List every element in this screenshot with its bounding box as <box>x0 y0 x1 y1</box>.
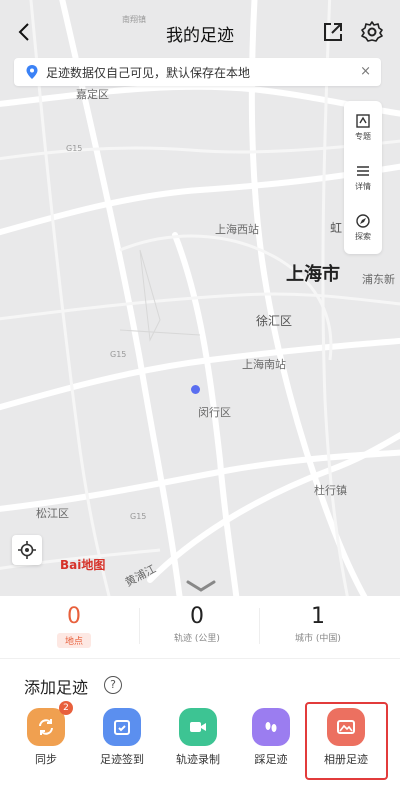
stat-track-value: 0 <box>190 604 204 629</box>
locate-icon <box>18 541 36 559</box>
stats-row: 0 地点 0 轨迹 (公里) 1 城市 (中国) <box>0 596 400 654</box>
tool-details-label: 详情 <box>355 181 371 191</box>
tool-topic-label: 专题 <box>355 131 371 141</box>
map-label-hongqiao: 虹 <box>330 221 343 235</box>
stat-cities-value: 1 <box>311 604 325 629</box>
stat-places[interactable]: 0 地点 <box>14 604 134 648</box>
action-track-record[interactable]: 轨迹录制 <box>162 708 234 767</box>
tool-details[interactable]: 详情 <box>344 153 382 201</box>
stat-track-label: 轨迹 (公里) <box>174 634 220 644</box>
stat-places-label: 地点 <box>56 633 91 648</box>
tool-explore-label: 探索 <box>355 231 371 241</box>
map-label-jiading: 嘉定区 <box>76 88 109 101</box>
help-icon[interactable]: ? <box>104 676 122 694</box>
map-view[interactable]: 南翔镇 嘉定区 G15 上海西站 虹 上海市 浦东新 徐汇区 G15 上海南站 … <box>0 0 400 600</box>
sync-badge: 2 <box>59 701 73 715</box>
map-label-g15-a: G15 <box>66 144 83 153</box>
map-label-minhang: 闵行区 <box>198 406 231 419</box>
settings-button[interactable] <box>360 20 384 44</box>
chevron-down-icon <box>186 580 216 592</box>
share-button[interactable] <box>321 20 345 44</box>
topic-icon <box>356 113 370 128</box>
baidu-map-logo: Bai地图 <box>60 558 106 572</box>
action-sync-label: 同步 <box>35 753 57 766</box>
map-label-pudong: 浦东新 <box>362 273 395 286</box>
map-label-shanghai-south: 上海南站 <box>242 358 286 371</box>
notice-text: 足迹数据仅自己可见，默认保存在本地 <box>46 65 251 80</box>
sync-icon: 2 <box>27 701 73 746</box>
stat-track[interactable]: 0 轨迹 (公里) <box>137 604 257 644</box>
action-sync[interactable]: 2 同步 <box>10 701 82 767</box>
privacy-notice: 足迹数据仅自己可见，默认保存在本地 × <box>14 58 381 86</box>
tool-topic[interactable]: 专题 <box>344 103 382 151</box>
collapse-chevron[interactable] <box>184 578 218 594</box>
map-label-g15-b: G15 <box>110 350 127 359</box>
map-label-xuhui: 徐汇区 <box>256 314 293 328</box>
action-checkin[interactable]: 足迹签到 <box>86 708 158 767</box>
share-icon <box>324 23 342 41</box>
video-record-icon <box>179 708 217 746</box>
stat-cities[interactable]: 1 城市 (中国) <box>258 604 378 644</box>
checkin-icon <box>103 708 141 746</box>
footprint-icon <box>252 708 290 746</box>
locate-button[interactable] <box>12 535 42 565</box>
location-dot <box>191 385 200 394</box>
action-track-record-label: 轨迹录制 <box>176 753 220 766</box>
add-footprint-title: 添加足迹 <box>24 678 89 697</box>
map-tools: 专题 详情 探索 <box>344 101 382 254</box>
gear-icon <box>361 21 383 42</box>
highlight-box <box>305 702 388 780</box>
action-footprint-label: 踩足迹 <box>254 753 288 766</box>
location-pin-icon <box>26 65 38 79</box>
divider <box>0 658 400 659</box>
map-label-songjiang: 松江区 <box>36 507 69 520</box>
map-label-g15-c: G15 <box>130 512 147 521</box>
tool-explore[interactable]: 探索 <box>344 203 382 251</box>
map-label-zhuqiao: 杜行镇 <box>314 484 347 497</box>
map-label-shanghai-west: 上海西站 <box>215 223 259 236</box>
explore-icon <box>356 213 370 228</box>
top-bar: 我的足迹 <box>0 14 400 54</box>
notice-close-button[interactable]: × <box>360 64 371 79</box>
action-checkin-label: 足迹签到 <box>100 753 144 766</box>
stat-cities-label: 城市 (中国) <box>295 634 341 644</box>
list-icon <box>357 165 369 176</box>
action-footprint[interactable]: 踩足迹 <box>235 708 307 767</box>
map-label-shanghai-city: 上海市 <box>286 264 340 285</box>
stat-places-value: 0 <box>67 604 81 629</box>
